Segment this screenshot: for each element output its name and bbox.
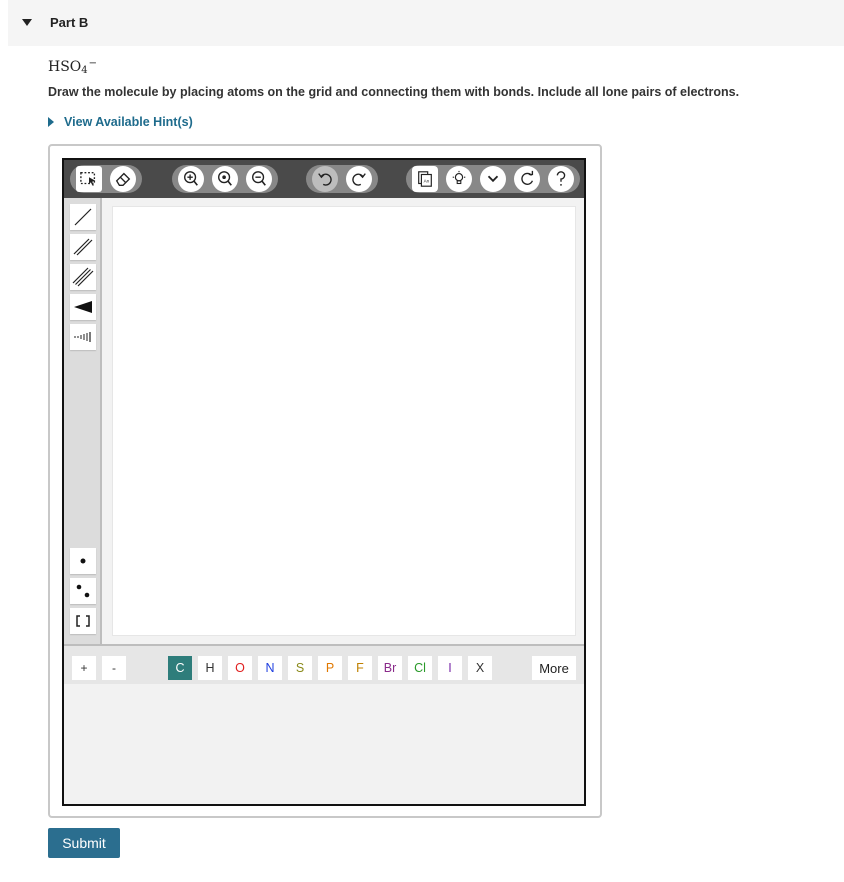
zoom-in-icon bbox=[184, 171, 198, 186]
svg-text:An: An bbox=[424, 179, 430, 184]
chevron-down-button[interactable] bbox=[480, 166, 506, 192]
radical-dot-icon bbox=[80, 558, 86, 564]
atom-button-c[interactable]: C bbox=[168, 656, 192, 680]
select-icon bbox=[80, 172, 96, 186]
molecule-editor: An + - C H O N S P F Br Cl I X More bbox=[62, 158, 586, 806]
refresh-button[interactable] bbox=[514, 166, 540, 192]
atom-toolbar: + - C H O N S P F Br Cl I X More bbox=[64, 644, 584, 684]
lone-pair-icon bbox=[76, 584, 90, 598]
zoom-fit-button[interactable] bbox=[212, 166, 238, 192]
caret-down-icon[interactable] bbox=[22, 19, 32, 26]
wedge-bond-icon bbox=[74, 301, 92, 313]
radical-button[interactable] bbox=[70, 548, 96, 574]
atom-button-s[interactable]: S bbox=[288, 656, 312, 680]
tool-group-misc: An bbox=[406, 165, 580, 193]
brackets-icon bbox=[76, 615, 90, 627]
atom-button-cl[interactable]: Cl bbox=[408, 656, 432, 680]
help-icon bbox=[556, 171, 566, 186]
instructions: Draw the molecule by placing atoms on th… bbox=[48, 85, 740, 99]
eraser-button[interactable] bbox=[110, 166, 136, 192]
chevron-down-icon bbox=[487, 175, 499, 183]
undo-icon bbox=[318, 173, 332, 186]
hint-label: View Available Hint(s) bbox=[64, 115, 193, 129]
atom-button-h[interactable]: H bbox=[198, 656, 222, 680]
hash-bond-button[interactable] bbox=[70, 324, 96, 350]
caret-right-icon bbox=[48, 117, 54, 127]
eraser-icon bbox=[115, 172, 131, 186]
brackets-button[interactable] bbox=[70, 608, 96, 634]
submit-button[interactable]: Submit bbox=[48, 828, 120, 858]
atom-button-n[interactable]: N bbox=[258, 656, 282, 680]
refresh-icon bbox=[521, 170, 534, 185]
zoom-fit-icon bbox=[218, 171, 232, 186]
redo-button[interactable] bbox=[346, 166, 372, 192]
template-button[interactable]: An bbox=[412, 166, 438, 192]
more-button[interactable]: More bbox=[532, 656, 576, 680]
wedge-bond-button[interactable] bbox=[70, 294, 96, 320]
select-button[interactable] bbox=[76, 166, 102, 192]
side-toolbar bbox=[64, 198, 102, 644]
double-bond-button[interactable] bbox=[70, 234, 96, 260]
charge-plus-button[interactable]: + bbox=[72, 656, 96, 680]
zoom-in-button[interactable] bbox=[178, 166, 204, 192]
double-bond-icon bbox=[73, 238, 93, 256]
formula-base: HSO bbox=[48, 59, 82, 75]
atom-button-br[interactable]: Br bbox=[378, 656, 402, 680]
zoom-out-icon bbox=[252, 171, 266, 186]
editor-frame: An + - C H O N S P F Br Cl I X More bbox=[48, 144, 602, 818]
hash-bond-icon bbox=[74, 332, 91, 342]
undo-button[interactable] bbox=[312, 166, 338, 192]
single-bond-icon bbox=[74, 208, 92, 226]
lone-pair-button[interactable] bbox=[70, 578, 96, 604]
atom-button-o[interactable]: O bbox=[228, 656, 252, 680]
formula: HSO4− bbox=[48, 58, 97, 76]
tool-group-edit bbox=[70, 165, 142, 193]
template-icon: An bbox=[418, 171, 432, 187]
single-bond-button[interactable] bbox=[70, 204, 96, 230]
view-hints-link[interactable]: View Available Hint(s) bbox=[48, 114, 193, 130]
triple-bond-icon bbox=[72, 267, 94, 287]
atom-button-p[interactable]: P bbox=[318, 656, 342, 680]
drawing-canvas[interactable] bbox=[112, 206, 576, 636]
atom-button-x[interactable]: X bbox=[468, 656, 492, 680]
tool-group-history bbox=[306, 165, 378, 193]
atom-button-i[interactable]: I bbox=[438, 656, 462, 680]
formula-charge: − bbox=[88, 58, 98, 69]
zoom-out-button[interactable] bbox=[246, 166, 272, 192]
formula-subscript: 4 bbox=[81, 65, 88, 76]
top-toolbar: An bbox=[64, 160, 584, 198]
tool-group-zoom bbox=[172, 165, 278, 193]
charge-minus-button[interactable]: - bbox=[102, 656, 126, 680]
lightbulb-button[interactable] bbox=[446, 166, 472, 192]
atom-button-f[interactable]: F bbox=[348, 656, 372, 680]
help-button[interactable] bbox=[548, 166, 574, 192]
part-title: Part B bbox=[50, 15, 89, 30]
triple-bond-button[interactable] bbox=[70, 264, 96, 290]
lightbulb-icon bbox=[452, 170, 466, 185]
redo-icon bbox=[352, 173, 366, 186]
part-header[interactable]: Part B bbox=[8, 0, 844, 46]
